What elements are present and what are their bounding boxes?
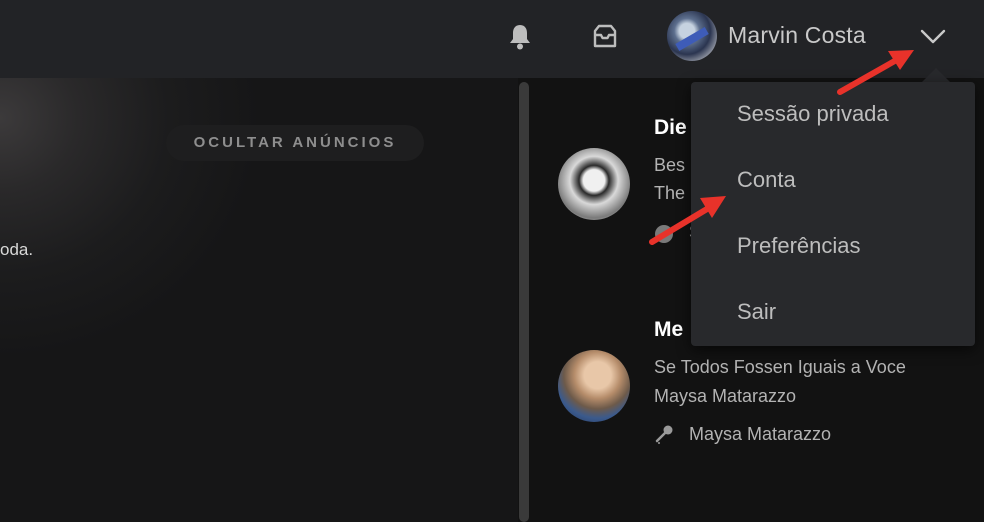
chevron-down-icon[interactable] xyxy=(918,24,948,48)
friend-name: Me xyxy=(654,318,684,341)
hide-ads-button[interactable]: OCULTAR ANÚNCIOS xyxy=(166,125,424,161)
inbox-icon[interactable] xyxy=(590,22,620,52)
menu-caret xyxy=(922,68,950,82)
friend-track: Se Todos Fossen Iguais a Voce xyxy=(654,357,906,377)
main-content: OCULTAR ANÚNCIOS oda. xyxy=(0,78,518,522)
friend-avatar xyxy=(558,148,630,220)
user-name[interactable]: Marvin Costa xyxy=(728,22,866,49)
playlist-icon xyxy=(655,225,673,243)
menu-item-private-session[interactable]: Sessão privada xyxy=(691,82,975,146)
menu-item-preferences[interactable]: Preferências xyxy=(691,214,975,278)
friend-artist: The xyxy=(654,183,686,203)
friend-track: Bes xyxy=(654,155,686,175)
friend-artist: Maysa Matarazzo xyxy=(654,386,797,406)
user-avatar[interactable] xyxy=(667,11,717,61)
bell-icon[interactable] xyxy=(505,22,535,52)
ad-text: oda. xyxy=(0,240,34,259)
friend-name: Die xyxy=(654,116,687,139)
menu-item-logout[interactable]: Sair xyxy=(691,280,975,344)
menu-item-account[interactable]: Conta xyxy=(691,148,975,212)
microphone-icon xyxy=(655,425,673,444)
user-dropdown-menu: Sessão privada Conta Preferências Sair xyxy=(691,82,975,346)
top-bar: Marvin Costa xyxy=(0,0,984,78)
friend-avatar xyxy=(558,350,630,422)
friend-context: Maysa Matarazzo xyxy=(689,424,832,444)
scrollbar[interactable] xyxy=(519,82,529,522)
